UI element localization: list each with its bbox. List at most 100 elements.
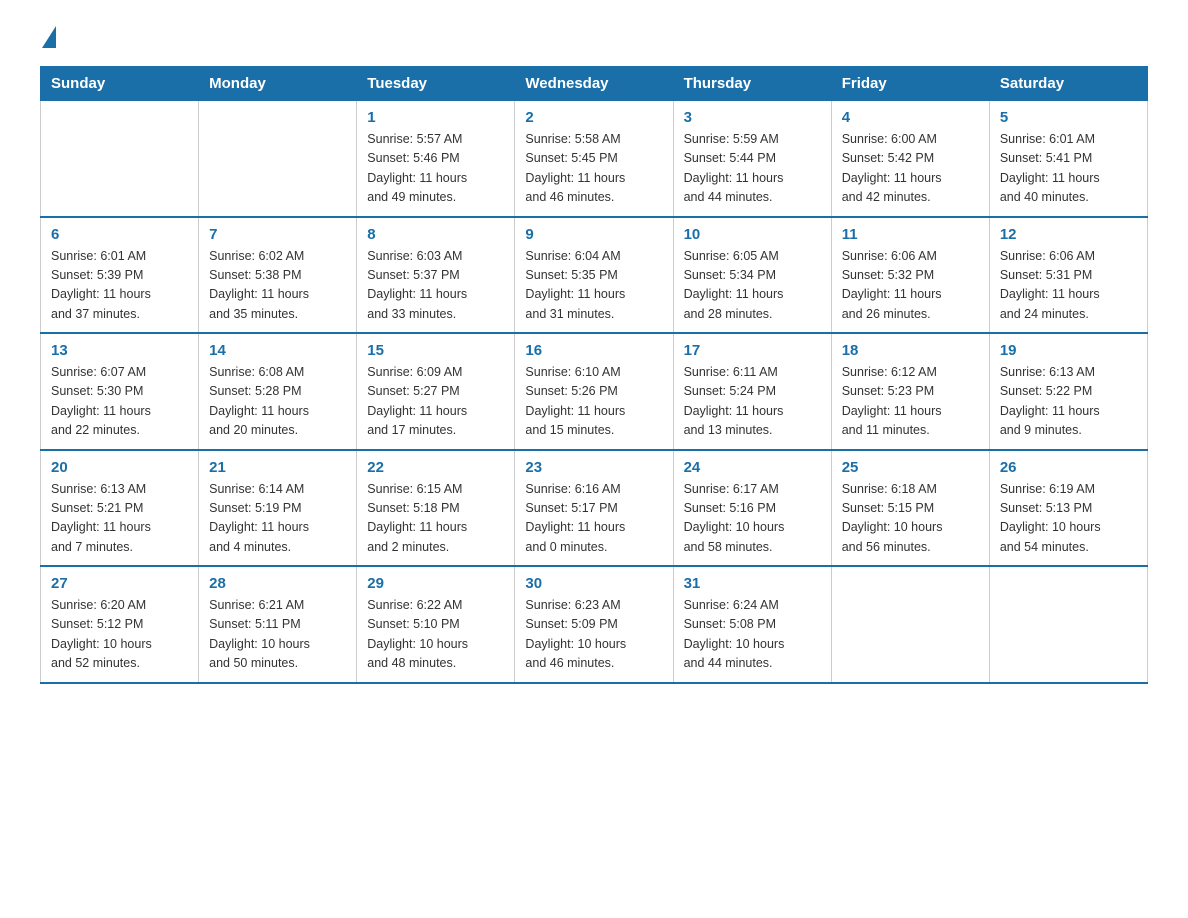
- calendar-cell: 10 Sunrise: 6:05 AM Sunset: 5:34 PM Dayli…: [673, 217, 831, 334]
- calendar-cell: 22 Sunrise: 6:15 AM Sunset: 5:18 PM Dayli…: [357, 450, 515, 567]
- day-number: 4: [842, 109, 979, 126]
- calendar-cell: 16 Sunrise: 6:10 AM Sunset: 5:26 PM Dayli…: [515, 333, 673, 450]
- calendar-cell: 7Sunrise: 6:02 AM Sunset: 5:38 PM Daylig…: [199, 217, 357, 334]
- day-info: Sunrise: 6:17 AM Sunset: 5:16 PM Dayligh…: [684, 480, 821, 558]
- calendar-header-sunday: Sunday: [41, 67, 199, 101]
- day-number: 7: [209, 226, 346, 243]
- calendar-table: SundayMondayTuesdayWednesdayThursdayFrid…: [40, 66, 1148, 684]
- day-number: 3: [684, 109, 821, 126]
- day-info: Sunrise: 5:59 AM Sunset: 5:44 PM Dayligh…: [684, 130, 821, 208]
- calendar-week-row: 6 Sunrise: 6:01 AM Sunset: 5:39 PM Daylig…: [41, 217, 1148, 334]
- day-number: 14: [209, 342, 346, 359]
- day-number: 31: [684, 575, 821, 592]
- day-number: 27: [51, 575, 188, 592]
- calendar-header-saturday: Saturday: [989, 67, 1147, 101]
- calendar-cell: 26Sunrise: 6:19 AM Sunset: 5:13 PM Dayli…: [989, 450, 1147, 567]
- calendar-cell: 28Sunrise: 6:21 AM Sunset: 5:11 PM Dayli…: [199, 566, 357, 683]
- day-number: 6: [51, 226, 188, 243]
- day-info: Sunrise: 6:24 AM Sunset: 5:08 PM Dayligh…: [684, 596, 821, 674]
- day-info: Sunrise: 6:06 AM Sunset: 5:32 PM Dayligh…: [842, 247, 979, 325]
- calendar-cell: 13Sunrise: 6:07 AM Sunset: 5:30 PM Dayli…: [41, 333, 199, 450]
- day-info: Sunrise: 6:22 AM Sunset: 5:10 PM Dayligh…: [367, 596, 504, 674]
- calendar-cell: 6 Sunrise: 6:01 AM Sunset: 5:39 PM Daylig…: [41, 217, 199, 334]
- calendar-cell: 5 Sunrise: 6:01 AM Sunset: 5:41 PM Daylig…: [989, 101, 1147, 217]
- calendar-cell: 29 Sunrise: 6:22 AM Sunset: 5:10 PM Dayli…: [357, 566, 515, 683]
- calendar-cell: 25 Sunrise: 6:18 AM Sunset: 5:15 PM Dayli…: [831, 450, 989, 567]
- calendar-cell: 11Sunrise: 6:06 AM Sunset: 5:32 PM Dayli…: [831, 217, 989, 334]
- calendar-header-row: SundayMondayTuesdayWednesdayThursdayFrid…: [41, 67, 1148, 101]
- day-info: Sunrise: 6:23 AM Sunset: 5:09 PM Dayligh…: [525, 596, 662, 674]
- day-number: 17: [684, 342, 821, 359]
- calendar-cell: 27 Sunrise: 6:20 AM Sunset: 5:12 PM Dayli…: [41, 566, 199, 683]
- day-info: Sunrise: 6:12 AM Sunset: 5:23 PM Dayligh…: [842, 363, 979, 441]
- day-number: 25: [842, 459, 979, 476]
- day-info: Sunrise: 6:18 AM Sunset: 5:15 PM Dayligh…: [842, 480, 979, 558]
- day-number: 19: [1000, 342, 1137, 359]
- day-info: Sunrise: 5:57 AM Sunset: 5:46 PM Dayligh…: [367, 130, 504, 208]
- calendar-cell: 18 Sunrise: 6:12 AM Sunset: 5:23 PM Dayli…: [831, 333, 989, 450]
- calendar-cell: 30 Sunrise: 6:23 AM Sunset: 5:09 PM Dayli…: [515, 566, 673, 683]
- calendar-cell: 3 Sunrise: 5:59 AM Sunset: 5:44 PM Daylig…: [673, 101, 831, 217]
- calendar-cell: 14 Sunrise: 6:08 AM Sunset: 5:28 PM Dayli…: [199, 333, 357, 450]
- day-info: Sunrise: 6:04 AM Sunset: 5:35 PM Dayligh…: [525, 247, 662, 325]
- calendar-cell: 4 Sunrise: 6:00 AM Sunset: 5:42 PM Daylig…: [831, 101, 989, 217]
- calendar-cell: 19Sunrise: 6:13 AM Sunset: 5:22 PM Dayli…: [989, 333, 1147, 450]
- day-number: 21: [209, 459, 346, 476]
- calendar-cell: [41, 101, 199, 217]
- day-number: 22: [367, 459, 504, 476]
- day-info: Sunrise: 6:05 AM Sunset: 5:34 PM Dayligh…: [684, 247, 821, 325]
- calendar-header-friday: Friday: [831, 67, 989, 101]
- day-number: 26: [1000, 459, 1137, 476]
- page-header: [40, 30, 1148, 48]
- calendar-cell: 15 Sunrise: 6:09 AM Sunset: 5:27 PM Dayli…: [357, 333, 515, 450]
- day-number: 29: [367, 575, 504, 592]
- day-info: Sunrise: 6:14 AM Sunset: 5:19 PM Dayligh…: [209, 480, 346, 558]
- calendar-header-wednesday: Wednesday: [515, 67, 673, 101]
- day-number: 16: [525, 342, 662, 359]
- calendar-cell: [199, 101, 357, 217]
- day-number: 15: [367, 342, 504, 359]
- calendar-cell: 23Sunrise: 6:16 AM Sunset: 5:17 PM Dayli…: [515, 450, 673, 567]
- calendar-cell: 31 Sunrise: 6:24 AM Sunset: 5:08 PM Dayli…: [673, 566, 831, 683]
- logo: [40, 30, 56, 48]
- day-info: Sunrise: 6:13 AM Sunset: 5:21 PM Dayligh…: [51, 480, 188, 558]
- day-number: 13: [51, 342, 188, 359]
- day-info: Sunrise: 6:15 AM Sunset: 5:18 PM Dayligh…: [367, 480, 504, 558]
- day-number: 30: [525, 575, 662, 592]
- calendar-cell: 1 Sunrise: 5:57 AM Sunset: 5:46 PM Daylig…: [357, 101, 515, 217]
- day-info: Sunrise: 6:11 AM Sunset: 5:24 PM Dayligh…: [684, 363, 821, 441]
- day-info: Sunrise: 6:01 AM Sunset: 5:39 PM Dayligh…: [51, 247, 188, 325]
- day-info: Sunrise: 5:58 AM Sunset: 5:45 PM Dayligh…: [525, 130, 662, 208]
- day-info: Sunrise: 6:08 AM Sunset: 5:28 PM Dayligh…: [209, 363, 346, 441]
- day-info: Sunrise: 6:06 AM Sunset: 5:31 PM Dayligh…: [1000, 247, 1137, 325]
- day-info: Sunrise: 6:00 AM Sunset: 5:42 PM Dayligh…: [842, 130, 979, 208]
- calendar-cell: 21 Sunrise: 6:14 AM Sunset: 5:19 PM Dayli…: [199, 450, 357, 567]
- calendar-cell: 9 Sunrise: 6:04 AM Sunset: 5:35 PM Daylig…: [515, 217, 673, 334]
- day-info: Sunrise: 6:01 AM Sunset: 5:41 PM Dayligh…: [1000, 130, 1137, 208]
- day-number: 10: [684, 226, 821, 243]
- calendar-week-row: 1 Sunrise: 5:57 AM Sunset: 5:46 PM Daylig…: [41, 101, 1148, 217]
- day-number: 8: [367, 226, 504, 243]
- day-info: Sunrise: 6:03 AM Sunset: 5:37 PM Dayligh…: [367, 247, 504, 325]
- calendar-cell: [989, 566, 1147, 683]
- day-info: Sunrise: 6:09 AM Sunset: 5:27 PM Dayligh…: [367, 363, 504, 441]
- day-info: Sunrise: 6:10 AM Sunset: 5:26 PM Dayligh…: [525, 363, 662, 441]
- calendar-week-row: 27 Sunrise: 6:20 AM Sunset: 5:12 PM Dayli…: [41, 566, 1148, 683]
- day-number: 12: [1000, 226, 1137, 243]
- calendar-cell: 20 Sunrise: 6:13 AM Sunset: 5:21 PM Dayli…: [41, 450, 199, 567]
- calendar-cell: 2 Sunrise: 5:58 AM Sunset: 5:45 PM Daylig…: [515, 101, 673, 217]
- day-number: 18: [842, 342, 979, 359]
- calendar-header-monday: Monday: [199, 67, 357, 101]
- day-info: Sunrise: 6:21 AM Sunset: 5:11 PM Dayligh…: [209, 596, 346, 674]
- day-number: 20: [51, 459, 188, 476]
- day-number: 1: [367, 109, 504, 126]
- calendar-cell: [831, 566, 989, 683]
- day-number: 2: [525, 109, 662, 126]
- calendar-cell: 8 Sunrise: 6:03 AM Sunset: 5:37 PM Daylig…: [357, 217, 515, 334]
- day-number: 24: [684, 459, 821, 476]
- calendar-week-row: 20 Sunrise: 6:13 AM Sunset: 5:21 PM Dayli…: [41, 450, 1148, 567]
- day-number: 5: [1000, 109, 1137, 126]
- day-info: Sunrise: 6:20 AM Sunset: 5:12 PM Dayligh…: [51, 596, 188, 674]
- day-number: 9: [525, 226, 662, 243]
- calendar-header-thursday: Thursday: [673, 67, 831, 101]
